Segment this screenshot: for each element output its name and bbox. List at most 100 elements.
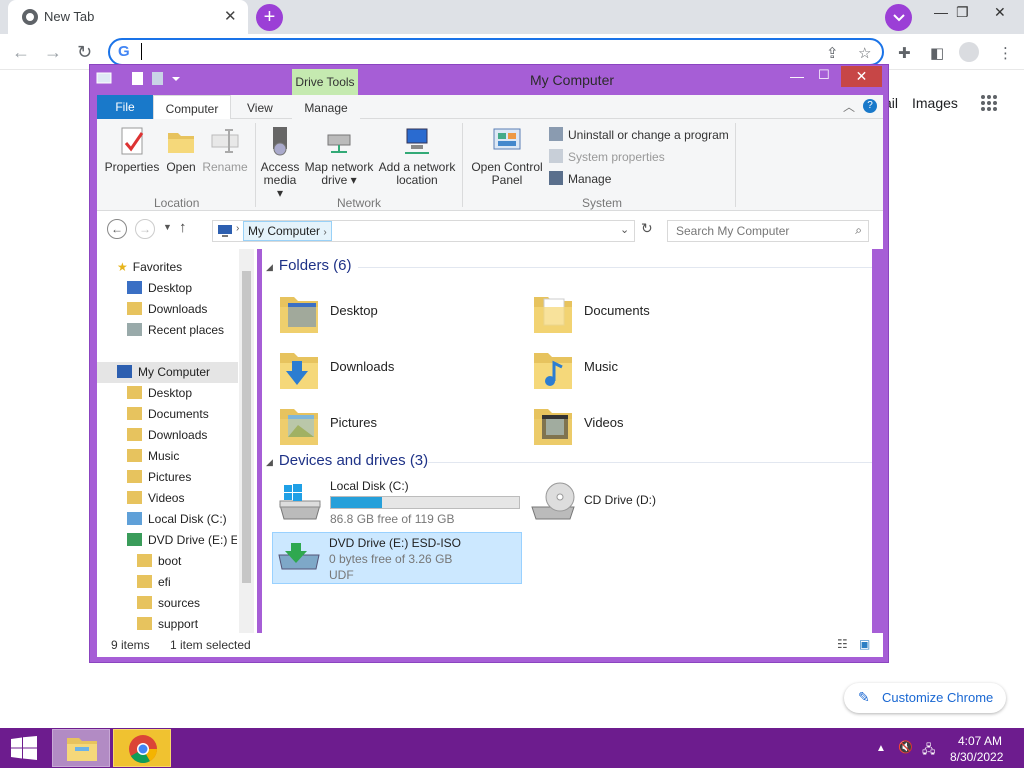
explorer-close-button[interactable]: ✕ bbox=[841, 66, 882, 87]
nav-desktop[interactable]: Desktop bbox=[127, 383, 192, 404]
reload-icon[interactable]: ↻ bbox=[77, 42, 92, 63]
taskbar-file-explorer[interactable] bbox=[52, 729, 110, 767]
nav-my-computer[interactable]: My Computer bbox=[97, 362, 238, 383]
tab-close-icon[interactable]: ✕ bbox=[224, 7, 237, 25]
folder-videos[interactable]: Videos bbox=[530, 397, 780, 453]
show-hidden-icons[interactable]: ▲ bbox=[876, 743, 886, 754]
rename-button[interactable]: Rename bbox=[201, 125, 249, 174]
drive-dvd-e[interactable]: DVD Drive (E:) ESD-ISO 0 bytes free of 3… bbox=[272, 532, 522, 584]
minimize-button[interactable]: — bbox=[934, 4, 948, 20]
back-arrow-icon[interactable]: ← bbox=[12, 42, 30, 63]
forward-button[interactable]: → bbox=[135, 219, 155, 239]
collapse-triangle-icon: ◢ bbox=[266, 262, 273, 272]
computer-icon bbox=[117, 365, 132, 378]
breadcrumb-label: My Computer bbox=[248, 224, 321, 238]
explorer-search-input[interactable]: Search My Computer ⌕ bbox=[667, 220, 869, 242]
nav-fav-desktop[interactable]: Desktop bbox=[127, 278, 192, 299]
nav-pictures[interactable]: Pictures bbox=[127, 467, 191, 488]
volume-muted-icon[interactable]: 🔇 bbox=[898, 740, 913, 754]
nav-music[interactable]: Music bbox=[127, 446, 179, 467]
google-apps-icon[interactable] bbox=[980, 94, 998, 112]
drive-cd-d[interactable]: CD Drive (D:) bbox=[528, 477, 778, 527]
manage-button[interactable]: Manage bbox=[549, 171, 611, 186]
nav-favorites[interactable]: ★ Favorites bbox=[117, 257, 182, 278]
refresh-icon[interactable]: ↻ bbox=[641, 220, 653, 237]
chrome-icon bbox=[129, 735, 157, 763]
folder-documents[interactable]: Documents bbox=[530, 285, 780, 341]
taskbar-chrome[interactable] bbox=[113, 729, 171, 767]
uninstall-program-button[interactable]: Uninstall or change a program bbox=[549, 127, 729, 142]
tab-computer[interactable]: Computer bbox=[153, 95, 231, 120]
help-icon[interactable]: ? bbox=[863, 99, 877, 113]
folder-pictures[interactable]: Pictures bbox=[276, 397, 526, 453]
nav-fav-downloads[interactable]: Downloads bbox=[127, 299, 207, 320]
folder-desktop[interactable]: Desktop bbox=[276, 285, 526, 341]
explorer-maximize-button[interactable]: ☐ bbox=[818, 67, 830, 83]
up-arrow-icon[interactable]: ↑ bbox=[179, 219, 187, 236]
back-button[interactable]: ← bbox=[107, 219, 127, 239]
open-button[interactable]: Open bbox=[163, 125, 199, 174]
nav-documents[interactable]: Documents bbox=[127, 404, 209, 425]
breadcrumb-my-computer[interactable]: My Computer › bbox=[243, 221, 332, 241]
address-bar[interactable] bbox=[108, 38, 884, 66]
nav-local-disk[interactable]: Local Disk (C:) bbox=[127, 509, 227, 530]
nav-downloads[interactable]: Downloads bbox=[127, 425, 207, 446]
properties-button[interactable]: Properties bbox=[103, 125, 161, 174]
tab-search-button[interactable] bbox=[885, 4, 912, 31]
nav-support[interactable]: support bbox=[137, 614, 198, 635]
drive-local-disk-c[interactable]: Local Disk (C:) 86.8 GB free of 119 GB bbox=[274, 477, 524, 527]
collapse-ribbon-icon[interactable]: ︿ bbox=[843, 98, 855, 115]
add-network-location-button[interactable]: Add a network location bbox=[377, 125, 457, 187]
recent-places-icon bbox=[127, 323, 142, 336]
nav-scrollbar-thumb[interactable] bbox=[242, 271, 251, 583]
access-media-label-2: media ▾ bbox=[263, 173, 297, 200]
folder-downloads[interactable]: Downloads bbox=[276, 341, 526, 397]
chrome-logo-icon bbox=[22, 9, 38, 25]
taskbar-clock[interactable]: 4:07 AM 8/30/2022 bbox=[950, 733, 1003, 765]
new-tab-button[interactable]: + bbox=[256, 4, 283, 31]
share-icon[interactable]: ⇪ bbox=[826, 44, 839, 62]
nav-sources[interactable]: sources bbox=[137, 593, 200, 614]
nav-fav-recent[interactable]: Recent places bbox=[127, 320, 224, 341]
start-windows-icon[interactable] bbox=[10, 736, 38, 760]
profile-avatar[interactable] bbox=[959, 42, 979, 62]
large-icons-view-icon[interactable]: ▣ bbox=[859, 637, 870, 651]
tab-file[interactable]: File bbox=[97, 95, 153, 119]
folder-icon bbox=[127, 449, 142, 462]
close-browser-button[interactable]: ✕ bbox=[994, 4, 1006, 21]
nav-videos[interactable]: Videos bbox=[127, 488, 184, 509]
group-divider bbox=[255, 123, 256, 207]
recent-locations-icon[interactable]: ▼ bbox=[163, 222, 172, 232]
images-link[interactable]: Images bbox=[912, 95, 958, 111]
bookmark-star-icon[interactable]: ☆ bbox=[858, 44, 871, 62]
downloads-folder-icon bbox=[127, 302, 142, 315]
tab-new-tab[interactable]: New Tab ✕ bbox=[8, 0, 248, 34]
network-icon[interactable]: 🖧 bbox=[922, 740, 935, 761]
forward-arrow-icon[interactable]: → bbox=[44, 42, 62, 63]
map-network-drive-button[interactable]: Map network drive ▾ bbox=[303, 125, 375, 187]
access-media-button[interactable]: Access media ▾ bbox=[259, 125, 301, 200]
folders-section-header[interactable]: ◢ Folders (6) bbox=[266, 257, 351, 274]
desktop-folder-icon bbox=[280, 297, 318, 333]
nav-boot[interactable]: boot bbox=[137, 551, 181, 572]
restore-button[interactable]: ❐ bbox=[956, 4, 969, 21]
address-dropdown-icon[interactable]: ⌄ bbox=[620, 223, 629, 236]
nav-dvd-drive[interactable]: DVD Drive (E:) ES bbox=[127, 530, 237, 551]
explorer-minimize-button[interactable]: — bbox=[790, 68, 804, 84]
nav-efi[interactable]: efi bbox=[137, 572, 171, 593]
system-properties-button[interactable]: System properties bbox=[549, 149, 665, 164]
tab-manage[interactable]: Manage bbox=[292, 95, 360, 119]
menu-kebab-icon[interactable]: ⋮ bbox=[998, 44, 1013, 62]
folder-music[interactable]: Music bbox=[530, 341, 780, 397]
drive-tools-context-tab[interactable]: Drive Tools bbox=[292, 69, 358, 95]
control-panel-icon bbox=[493, 128, 521, 150]
customize-chrome-button[interactable]: ✎ Customize Chrome bbox=[844, 683, 1006, 713]
tab-view[interactable]: View bbox=[247, 95, 273, 119]
open-control-panel-button[interactable]: Open Control Panel bbox=[469, 125, 545, 187]
extensions-puzzle-icon[interactable]: ✚ bbox=[898, 44, 911, 62]
devices-section-header[interactable]: ◢ Devices and drives (3) bbox=[266, 452, 428, 469]
side-panel-icon[interactable]: ◧ bbox=[930, 44, 944, 62]
explorer-titlebar[interactable]: Drive Tools My Computer — ☐ ✕ bbox=[90, 65, 888, 95]
quick-access-toolbar[interactable] bbox=[96, 71, 186, 90]
details-view-icon[interactable]: ☷ bbox=[837, 637, 848, 651]
